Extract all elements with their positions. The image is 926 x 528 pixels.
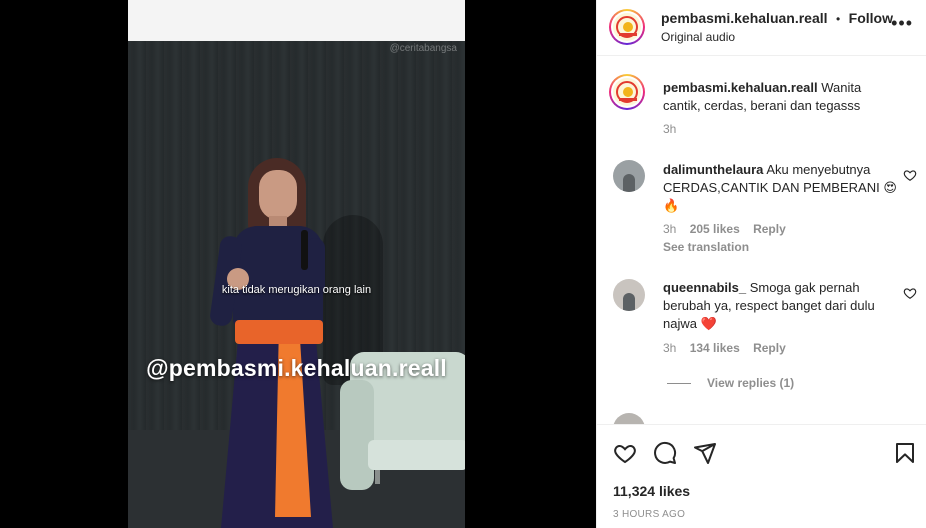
comment-time: 3h: [663, 222, 677, 236]
comment-likes[interactable]: 134 likes: [690, 341, 740, 355]
send-icon[interactable]: [693, 441, 717, 465]
comment-like-icon[interactable]: [903, 168, 917, 182]
comment-icon[interactable]: [653, 441, 677, 465]
commenter-avatar[interactable]: [613, 413, 645, 424]
heart-icon[interactable]: [613, 441, 637, 465]
see-translation-button[interactable]: See translation: [663, 240, 749, 254]
comment-likes[interactable]: 205 likes: [690, 222, 740, 236]
author-username[interactable]: pembasmi.kehaluan.reall: [661, 10, 828, 26]
author-avatar[interactable]: [609, 9, 645, 45]
bookmark-icon[interactable]: [893, 441, 917, 465]
post-header: pembasmi.kehaluan.reall • Follow Origina…: [597, 0, 926, 56]
instagram-post-modal: @ceritabangsa kita tidak merugikan orang…: [0, 0, 926, 528]
video-top-band: [128, 0, 465, 41]
action-bar: 11,324 likes 3 HOURS AGO: [597, 424, 926, 528]
side-panel: pembasmi.kehaluan.reall • Follow Origina…: [596, 0, 926, 528]
replies-divider: [667, 383, 691, 385]
video-subtitle: kita tidak merugikan orang lain: [221, 284, 372, 296]
comment-text-2: queennabils_ Smoga gak pernah berubah ya…: [663, 279, 897, 333]
caption: pembasmi.kehaluan.reall Wanita cantik, c…: [663, 79, 897, 115]
comment-username[interactable]: queennabils_: [663, 280, 746, 295]
commenter-avatar[interactable]: [613, 160, 645, 192]
comment-like-icon[interactable]: [903, 286, 917, 300]
follow-button[interactable]: Follow: [849, 10, 893, 26]
reply-button[interactable]: Reply: [753, 222, 786, 236]
view-replies-button[interactable]: View replies (1): [667, 376, 794, 390]
comment-meta-1: 3h 205 likes Reply: [663, 222, 796, 236]
comment-username[interactable]: dalimunthelaura: [663, 162, 763, 177]
likes-count[interactable]: 11,324 likes: [613, 483, 690, 499]
comment-meta-2: 3h 134 likes Reply: [663, 341, 796, 355]
separator-dot: •: [835, 12, 841, 26]
speaker-image: [208, 158, 333, 528]
more-horizontal-icon[interactable]: •••: [891, 14, 913, 32]
view-replies-label: View replies (1): [707, 376, 795, 390]
reply-button[interactable]: Reply: [753, 341, 786, 355]
caption-username[interactable]: pembasmi.kehaluan.reall: [663, 80, 818, 95]
comments-list[interactable]: pembasmi.kehaluan.reall Wanita cantik, c…: [597, 57, 926, 424]
posted-time[interactable]: 3 HOURS AGO: [613, 509, 685, 520]
comment-time: 3h: [663, 341, 677, 355]
comment-text-1: dalimunthelaura Aku menyebutnya CERDAS,C…: [663, 161, 897, 215]
caption-time: 3h: [663, 122, 677, 136]
commenter-avatar[interactable]: [613, 279, 645, 311]
video-player[interactable]: @ceritabangsa kita tidak merugikan orang…: [128, 0, 465, 528]
caption-avatar[interactable]: [609, 74, 645, 110]
audio-link[interactable]: Original audio: [661, 30, 735, 44]
video-watermark: @pembasmi.kehaluan.reall: [146, 355, 447, 381]
source-watermark: @ceritabangsa: [389, 43, 457, 54]
media-panel: @ceritabangsa kita tidak merugikan orang…: [0, 0, 596, 528]
